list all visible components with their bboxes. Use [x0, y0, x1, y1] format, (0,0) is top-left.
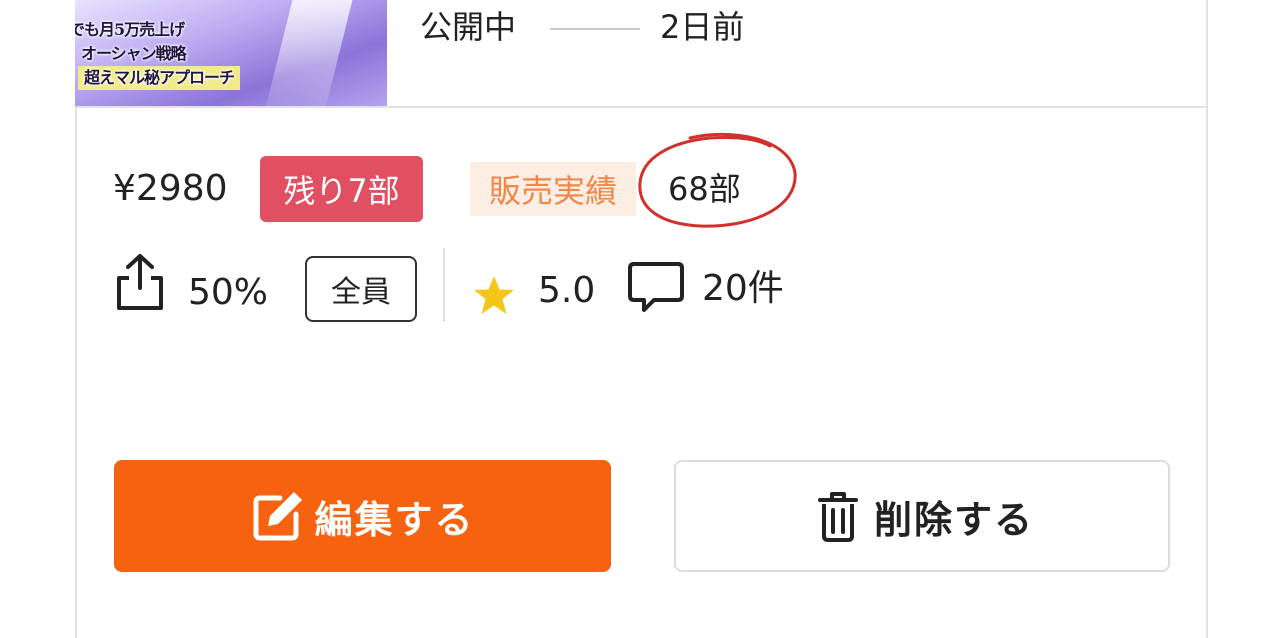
product-thumbnail[interactable]: でも月5万売上げ オーシャン戦略 超えマル秘アプローチ: [75, 0, 387, 106]
trash-icon: [817, 492, 858, 542]
edit-button-label: 編集する: [314, 497, 475, 542]
thumbnail-line: 超えマル秘アプローチ: [78, 66, 241, 90]
vertical-divider: [443, 248, 445, 322]
audience-badge: 全員: [305, 256, 417, 322]
remaining-stock-badge: 残り7部: [260, 156, 423, 222]
edit-icon: [253, 492, 303, 541]
share-percentage: 50%: [188, 272, 269, 313]
published-date: 2日前: [660, 8, 745, 46]
delete-button-label: 削除する: [873, 497, 1034, 542]
share-icon[interactable]: [115, 252, 165, 312]
comment-icon[interactable]: [628, 260, 684, 314]
comment-count: 20件: [702, 268, 784, 309]
handdrawn-circle-annotation: [638, 132, 797, 228]
publish-status: 公開中: [420, 8, 517, 46]
price: ¥2980: [113, 168, 228, 209]
thumbnail-line: でも月5万売上げ: [75, 20, 185, 39]
meta-separator-line: [550, 28, 640, 30]
edit-button[interactable]: 編集する: [114, 460, 611, 572]
star-icon: [474, 276, 514, 314]
sales-record-label: 販売実績: [470, 162, 636, 216]
delete-button[interactable]: 削除する: [674, 460, 1170, 572]
section-divider: [75, 106, 1208, 108]
rating-value: 5.0: [538, 270, 596, 311]
thumbnail-text: でも月5万売上げ オーシャン戦略 超えマル秘アプローチ: [75, 18, 345, 90]
thumbnail-line: オーシャン戦略: [81, 44, 187, 63]
